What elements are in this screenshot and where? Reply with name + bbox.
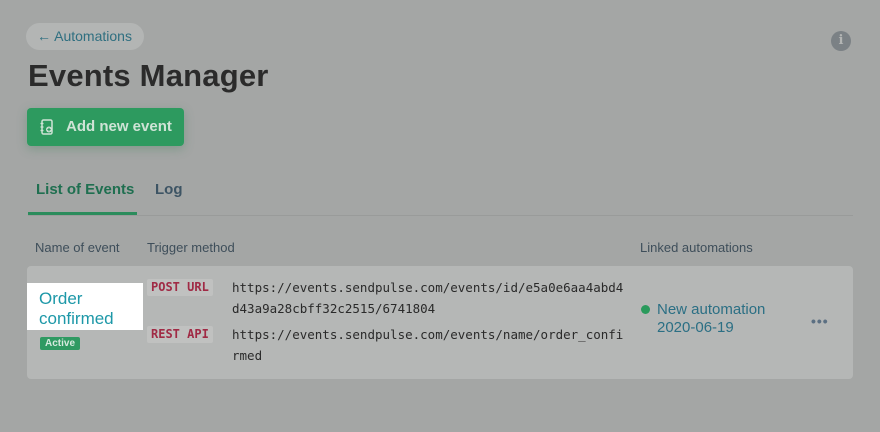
trigger-url-rest-api[interactable]: https://events.sendpulse.com/events/name… bbox=[232, 324, 624, 366]
info-icon[interactable]: i bbox=[831, 31, 851, 51]
linked-status-dot bbox=[641, 305, 650, 314]
add-new-event-label: Add new event bbox=[66, 118, 172, 135]
trigger-method-tag-post-url: POST URL bbox=[147, 279, 213, 296]
status-badge: Active bbox=[40, 337, 81, 350]
column-header-name: Name of event bbox=[35, 240, 120, 255]
event-name-cell[interactable]: Order confirmed bbox=[27, 283, 143, 330]
more-horizontal-icon[interactable]: ••• bbox=[811, 313, 833, 329]
tabs-divider bbox=[28, 215, 853, 216]
tab-log[interactable]: Log bbox=[155, 181, 183, 199]
trigger-method-tag-rest-api: REST API bbox=[147, 326, 213, 343]
column-header-linked-automations: Linked automations bbox=[640, 240, 753, 255]
page-title: Events Manager bbox=[28, 58, 269, 93]
trigger-url-post[interactable]: https://events.sendpulse.com/events/id/e… bbox=[232, 277, 624, 319]
event-name-link[interactable]: Order confirmed bbox=[39, 289, 143, 329]
back-to-automations-link[interactable]: ← Automations bbox=[26, 23, 144, 50]
notebook-add-icon bbox=[40, 119, 53, 135]
tab-list-of-events[interactable]: List of Events bbox=[36, 181, 134, 199]
add-new-event-button[interactable]: Add new event bbox=[27, 108, 184, 146]
column-header-trigger-method: Trigger method bbox=[147, 240, 235, 255]
linked-automation-link[interactable]: New automation 2020-06-19 bbox=[657, 301, 797, 337]
